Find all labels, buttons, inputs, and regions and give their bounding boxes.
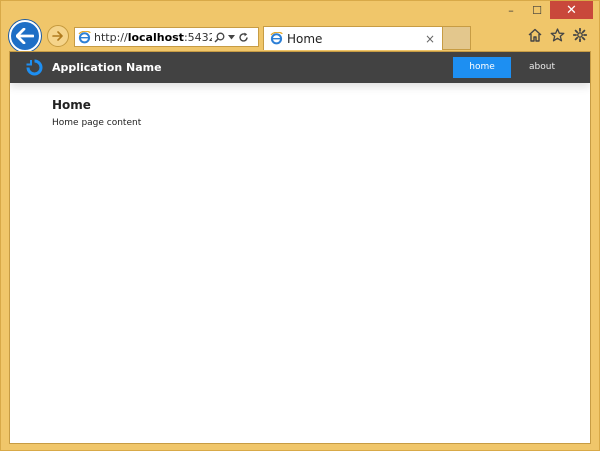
arrow-right-icon [52,31,63,41]
maximize-button[interactable]: ☐ [524,1,550,19]
dropdown-icon[interactable] [228,34,235,40]
star-icon[interactable] [550,28,565,42]
forward-button[interactable] [47,25,69,47]
caption-buttons: – ☐ ✕ [498,1,593,21]
site-navbar: Application Name home about [10,52,590,83]
ie-icon [270,32,283,45]
brand-name: Application Name [52,61,162,74]
address-bar[interactable]: http://localhost:54328/ [74,27,259,47]
search-icon[interactable] [214,32,225,43]
page-content: Home Home page content [10,83,590,128]
home-icon[interactable] [528,28,542,42]
back-button[interactable] [9,20,41,52]
address-tools [214,32,249,43]
minimize-button[interactable]: – [498,1,524,19]
arrow-left-icon [16,28,34,44]
nav-home-link[interactable]: home [453,57,511,78]
close-window-button[interactable]: ✕ [550,1,593,19]
address-url: http://localhost:54328/ [94,31,212,44]
tab-title: Home [287,31,323,46]
page-heading: Home [52,98,91,112]
url-rest: :54328/ [183,30,212,44]
url-host: localhost [127,30,184,44]
new-tab-button[interactable] [443,26,471,50]
site-nav: home about [453,57,573,78]
site-brand[interactable]: Application Name [26,59,162,76]
browser-tools [528,28,587,42]
refresh-icon[interactable] [238,32,249,43]
page-viewport: Application Name home about Home Home pa… [9,51,591,444]
browser-window: – ☐ ✕ http://localhost:54328/ [0,0,600,451]
tab-close-button[interactable]: × [422,32,438,46]
gear-icon[interactable] [573,28,587,42]
page-body-text: Home page content [52,118,142,128]
brand-logo-icon [26,59,43,76]
nav-about-link[interactable]: about [511,57,573,78]
tab-home[interactable]: Home × [263,26,443,50]
url-prefix: http:// [94,30,128,44]
ie-icon [78,30,91,43]
